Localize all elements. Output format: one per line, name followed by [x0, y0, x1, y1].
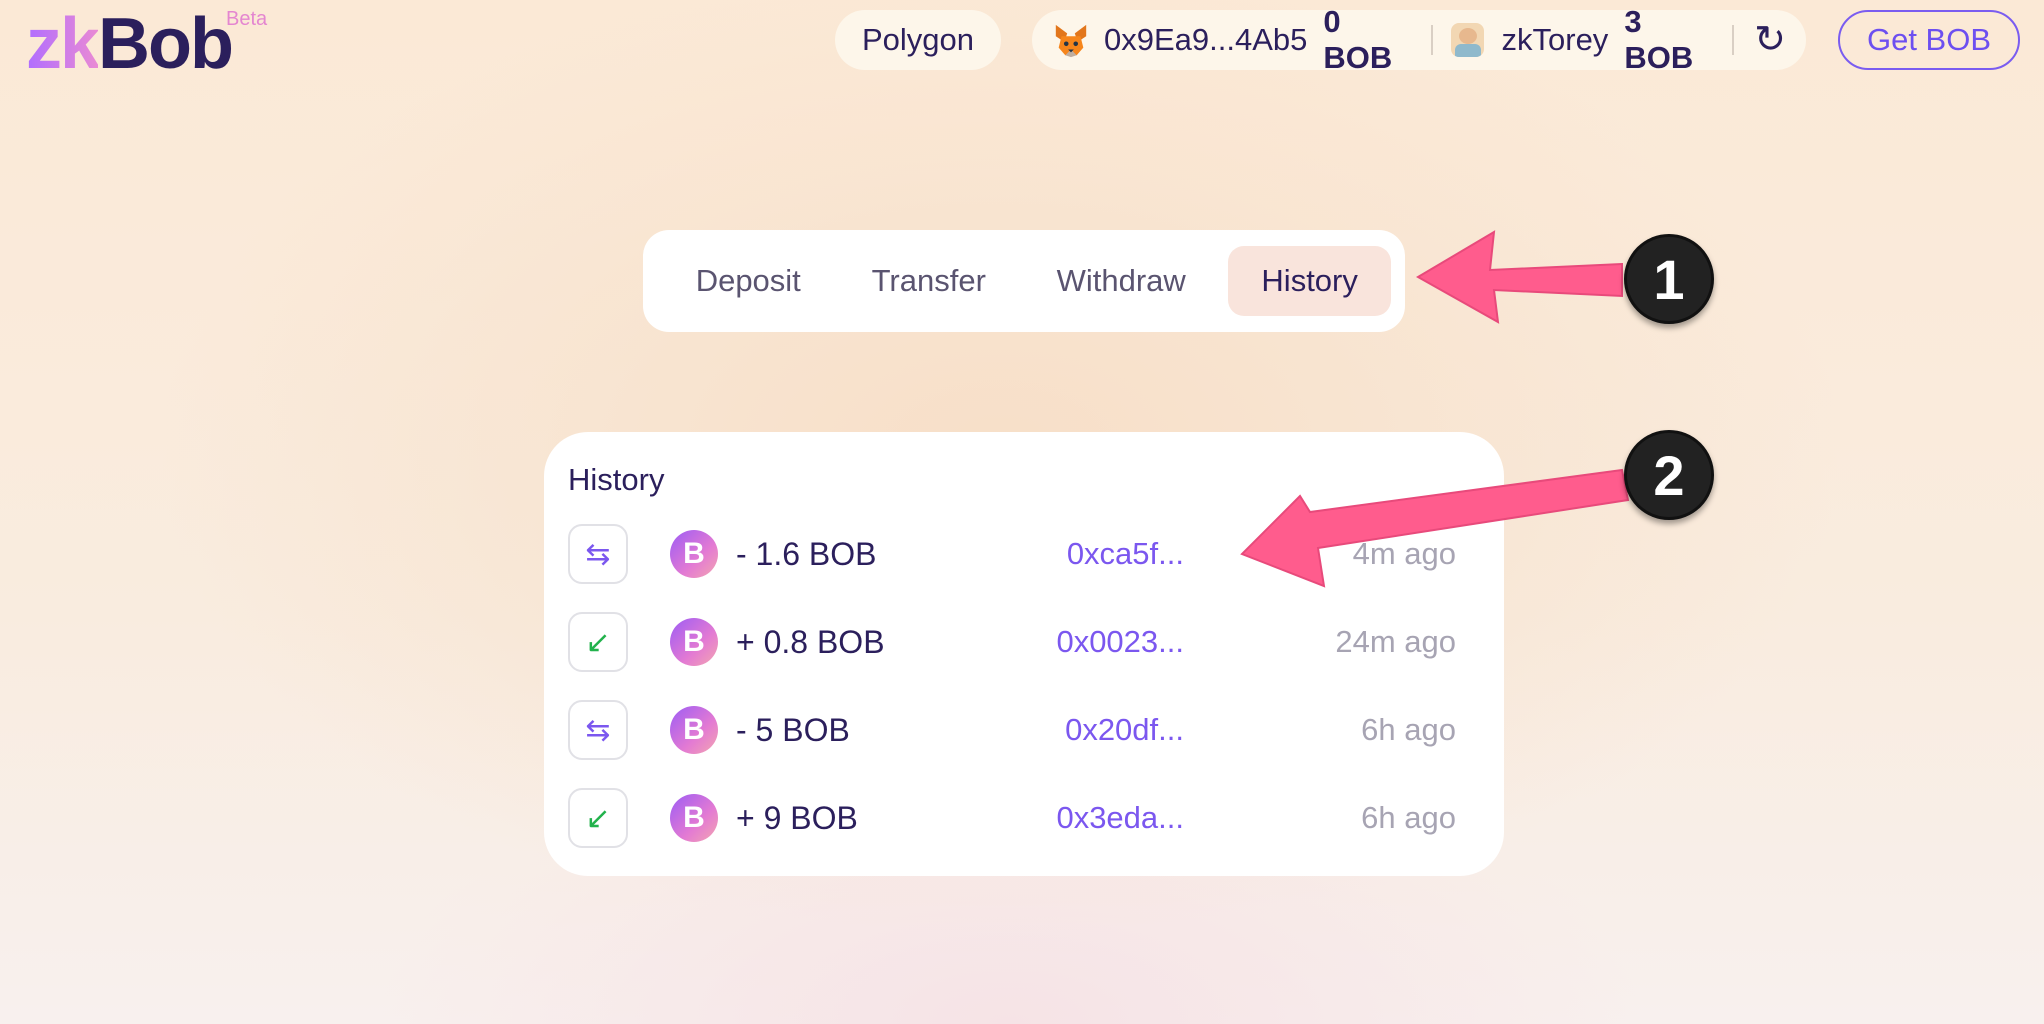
divider [1431, 25, 1434, 55]
zk-account-name[interactable]: zkTorey [1502, 22, 1609, 58]
tab-history[interactable]: History [1228, 246, 1391, 316]
incoming-icon: ↙ [568, 612, 628, 672]
tx-time: 6h ago [1361, 800, 1456, 835]
network-selector[interactable]: Polygon [835, 10, 1001, 70]
tx-time: 24m ago [1335, 624, 1456, 659]
transfer-icon: ⇆ [568, 700, 628, 760]
tab-deposit[interactable]: Deposit [657, 246, 840, 316]
account-bar: 0x9Ea9...4Ab5 0 BOB zkTorey 3 BOB ↻ [1032, 4, 1806, 75]
tx-time: 4m ago [1352, 536, 1456, 571]
annotation-badge-2: 2 [1624, 430, 1714, 520]
tab-withdraw[interactable]: Withdraw [1018, 246, 1224, 316]
history-row: ⇆ B - 1.6 BOB 0xca5f... 4m ago [568, 524, 1480, 588]
annotation-arrow-1 [1415, 230, 1623, 324]
zk-account-balance: 3 BOB [1624, 4, 1694, 75]
tx-amount: + 0.8 BOB [736, 624, 885, 660]
history-card: History ⇆ B - 1.6 BOB 0xca5f... 4m ago ↙… [544, 432, 1504, 876]
incoming-icon: ↙ [568, 788, 628, 848]
history-row: ↙ B + 9 BOB 0x3eda... 6h ago [568, 788, 1480, 852]
tx-amount: - 1.6 BOB [736, 536, 877, 572]
tab-transfer[interactable]: Transfer [840, 246, 1019, 316]
wallet-address[interactable]: 0x9Ea9...4Ab5 [1104, 22, 1307, 58]
logo-bob: Bob [98, 4, 234, 84]
tx-amount: - 5 BOB [736, 712, 850, 748]
bob-coin-icon: B [670, 794, 718, 842]
history-row: ⇆ B - 5 BOB 0x20df... 6h ago [568, 700, 1480, 764]
bob-coin-icon: B [670, 530, 718, 578]
tx-hash-link[interactable]: 0x3eda... [1056, 800, 1184, 836]
history-title: History [568, 462, 665, 497]
annotation-badge-1: 1 [1624, 234, 1714, 324]
tx-amount: + 9 BOB [736, 800, 858, 836]
tx-hash-link[interactable]: 0xca5f... [1067, 536, 1184, 572]
divider [1732, 25, 1735, 55]
refresh-icon[interactable]: ↻ [1754, 21, 1786, 59]
zkbob-logo[interactable]: zk Bob Beta [26, 6, 267, 82]
network-label: Polygon [861, 22, 975, 57]
bob-coin-icon: B [670, 706, 718, 754]
tab-bar: Deposit Transfer Withdraw History [643, 230, 1405, 332]
tx-hash-link[interactable]: 0x0023... [1056, 624, 1184, 660]
history-row: ↙ B + 0.8 BOB 0x0023... 24m ago [568, 612, 1480, 676]
tx-hash-link[interactable]: 0x20df... [1065, 712, 1184, 748]
tx-time: 6h ago [1361, 712, 1456, 747]
beta-badge: Beta [226, 8, 268, 30]
bob-coin-icon: B [670, 618, 718, 666]
avatar [1451, 23, 1484, 57]
get-bob-button[interactable]: Get BOB [1838, 10, 2020, 70]
metamask-fox-icon [1055, 24, 1087, 58]
logo-zk: zk [26, 4, 100, 84]
transfer-icon: ⇆ [568, 524, 628, 584]
wallet-balance: 0 BOB [1323, 4, 1393, 75]
